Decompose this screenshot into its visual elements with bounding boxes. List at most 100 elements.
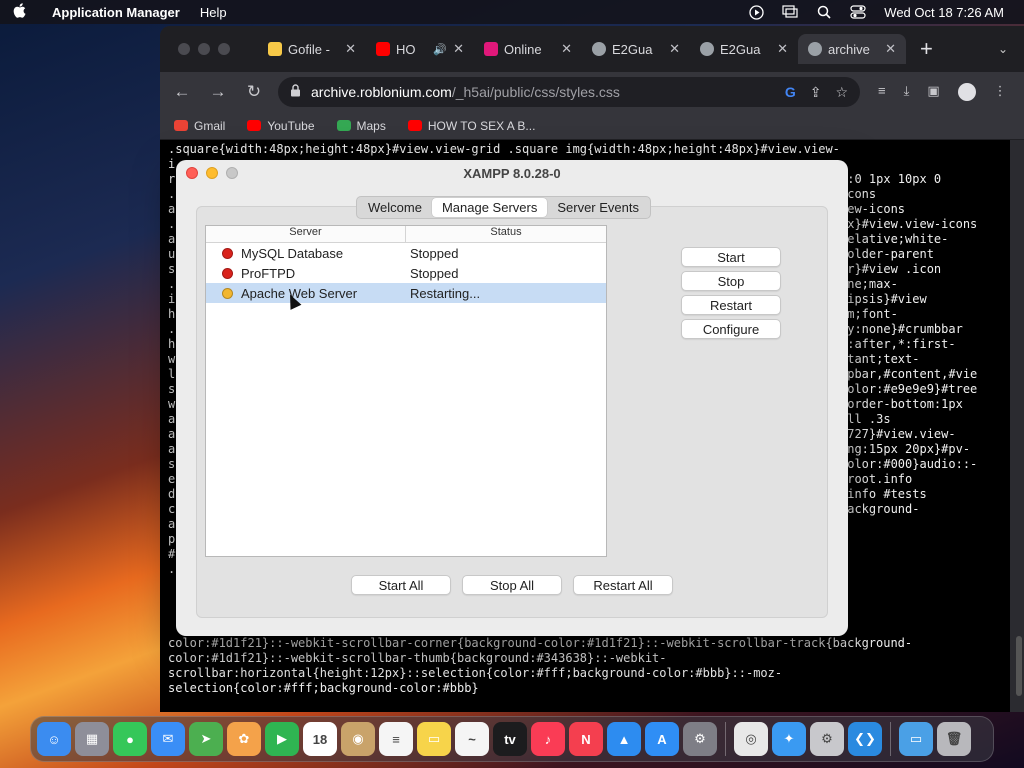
scrollbar-thumb[interactable]	[1016, 636, 1022, 696]
google-lens-icon[interactable]: G	[785, 84, 796, 101]
safari-icon[interactable]: ✦	[772, 722, 806, 756]
tab-title: Gofile -	[288, 41, 330, 57]
close-tab-icon[interactable]: ✕	[345, 41, 356, 57]
close-tab-icon[interactable]: ✕	[561, 41, 572, 57]
downloads-folder-icon[interactable]: ▭	[899, 722, 933, 756]
calendar-icon[interactable]: 18	[303, 722, 337, 756]
code-line: er}#view .icon	[840, 262, 942, 276]
column-header-status[interactable]: Status	[406, 226, 606, 242]
stop-button[interactable]: Stop	[681, 271, 781, 291]
table-row-selected[interactable]: Apache Web Server Restarting...	[206, 283, 606, 303]
finder-icon[interactable]: ☺	[37, 722, 71, 756]
address-bar[interactable]: archive.roblonium.com/_h5ai/public/css/s…	[278, 77, 860, 107]
bookmark-label: Maps	[356, 118, 386, 133]
reminders-icon[interactable]: ≡	[379, 722, 413, 756]
new-tab-icon[interactable]: +	[920, 36, 933, 62]
spotlight-search-icon[interactable]	[816, 5, 832, 19]
back-arrow-icon[interactable]: ←	[170, 82, 194, 102]
tab-strip: Gofile - ✕ HO 🔊 ✕ Online ✕ E2Gua ✕ E2Gua…	[160, 26, 1024, 72]
code-line: background-	[840, 502, 920, 516]
vscode-icon[interactable]: ❮❯	[848, 722, 882, 756]
apple-logo-icon[interactable]	[0, 2, 38, 22]
minimize-window-button[interactable]	[206, 167, 218, 179]
code-line: color:#1d1f21}::-webkit-scrollbar-thumb{…	[168, 651, 667, 665]
control-center-icon[interactable]	[850, 5, 866, 19]
keynote-icon[interactable]: ▲	[607, 722, 641, 756]
page-scrollbar[interactable]	[1014, 146, 1022, 712]
lock-icon[interactable]	[290, 84, 301, 100]
code-line: one;max-	[840, 277, 898, 291]
tab-manage-servers[interactable]: Manage Servers	[431, 198, 548, 217]
audio-playing-icon[interactable]: 🔊	[433, 43, 447, 56]
mail-icon[interactable]: ✉	[151, 722, 185, 756]
code-line: .square{width:48px;height:48px}#view.vie…	[168, 142, 840, 156]
news-icon[interactable]: N	[569, 722, 603, 756]
close-tab-icon[interactable]: ✕	[885, 41, 896, 57]
code-line: ay:none}#crumbbar	[840, 322, 963, 336]
tab-server-events[interactable]: Server Events	[547, 198, 649, 217]
configure-button[interactable]: Configure	[681, 319, 781, 339]
column-header-server[interactable]: Server	[206, 226, 406, 242]
minimize-window-button[interactable]	[198, 43, 210, 55]
close-window-button[interactable]	[178, 43, 190, 55]
browser-tab[interactable]: HO 🔊 ✕	[366, 34, 474, 64]
side-panel-icon[interactable]: ▣	[927, 83, 939, 101]
close-tab-icon[interactable]: ✕	[453, 41, 464, 57]
xampp-titlebar: XAMPP 8.0.28-0	[176, 160, 848, 186]
close-tab-icon[interactable]: ✕	[669, 41, 680, 57]
reading-list-icon[interactable]: ≡	[878, 83, 886, 101]
more-menu-icon[interactable]: ⋮	[994, 83, 1007, 101]
restart-button[interactable]: Restart	[681, 295, 781, 315]
reload-icon[interactable]: ↻	[242, 82, 266, 102]
browser-tab[interactable]: Online ✕	[474, 34, 582, 64]
bookmark-maps[interactable]: Maps	[336, 118, 386, 133]
download-icon[interactable]: ⤓	[904, 83, 910, 101]
bookmark-label: HOW TO SEX A B...	[427, 118, 536, 133]
close-tab-icon[interactable]: ✕	[777, 41, 788, 57]
screen-record-icon[interactable]	[748, 4, 764, 20]
tab-search-chevron-icon[interactable]: ⌄	[998, 42, 1008, 56]
tv-icon[interactable]: tv	[493, 722, 527, 756]
browser-tab[interactable]: Gofile - ✕	[258, 34, 366, 64]
bookmark-gmail[interactable]: Gmail	[174, 119, 225, 133]
help-menu[interactable]: Help	[190, 5, 237, 20]
system-settings-icon[interactable]: ⚙	[683, 722, 717, 756]
start-button[interactable]: Start	[681, 247, 781, 267]
app-name-menu[interactable]: Application Manager	[38, 5, 190, 20]
stop-all-button[interactable]: Stop All	[462, 575, 562, 595]
table-row[interactable]: ProFTPD Stopped	[206, 263, 606, 283]
xampp-app-icon[interactable]: ⚙	[810, 722, 844, 756]
music-icon[interactable]: ♪	[531, 722, 565, 756]
maps-icon[interactable]: ➤	[189, 722, 223, 756]
browser-tab[interactable]: E2Gua ✕	[582, 34, 690, 64]
bookmark-label: YouTube	[267, 118, 315, 133]
bookmark-video[interactable]: HOW TO SEX A B...	[407, 118, 536, 133]
zoom-window-button[interactable]	[218, 43, 230, 55]
tab-welcome[interactable]: Welcome	[358, 198, 432, 217]
launchpad-icon[interactable]: ▦	[75, 722, 109, 756]
photos-icon[interactable]: ✿	[227, 722, 261, 756]
restart-all-button[interactable]: Restart All	[573, 575, 673, 595]
chrome-icon[interactable]: ◎	[734, 722, 768, 756]
bookmark-youtube[interactable]: YouTube	[247, 118, 315, 133]
notes-icon[interactable]: ▭	[417, 722, 451, 756]
forward-arrow-icon[interactable]: →	[206, 82, 230, 102]
zoom-window-button[interactable]	[226, 167, 238, 179]
app-store-icon[interactable]: A	[645, 722, 679, 756]
browser-tab[interactable]: E2Gua ✕	[690, 34, 798, 64]
bookmarks-bar: Gmail YouTube Maps HOW TO SEX A B...	[160, 112, 1024, 140]
clock[interactable]: Wed Oct 18 7:26 AM	[884, 5, 1004, 20]
close-window-button[interactable]	[186, 167, 198, 179]
facetime-icon[interactable]: ▶	[265, 722, 299, 756]
bookmark-star-icon[interactable]: ☆	[835, 84, 848, 101]
screen-mirroring-icon[interactable]	[782, 5, 798, 19]
share-icon[interactable]: ⇪	[810, 84, 822, 101]
browser-tab-active[interactable]: archive ✕	[798, 34, 906, 64]
freeform-icon[interactable]: ~	[455, 722, 489, 756]
trash-icon[interactable]: 🗑	[937, 722, 971, 756]
table-row[interactable]: MySQL Database Stopped	[206, 243, 606, 263]
contacts-icon[interactable]: ◉	[341, 722, 375, 756]
messages-icon[interactable]: ●	[113, 722, 147, 756]
start-all-button[interactable]: Start All	[351, 575, 451, 595]
profile-avatar[interactable]	[957, 83, 976, 101]
